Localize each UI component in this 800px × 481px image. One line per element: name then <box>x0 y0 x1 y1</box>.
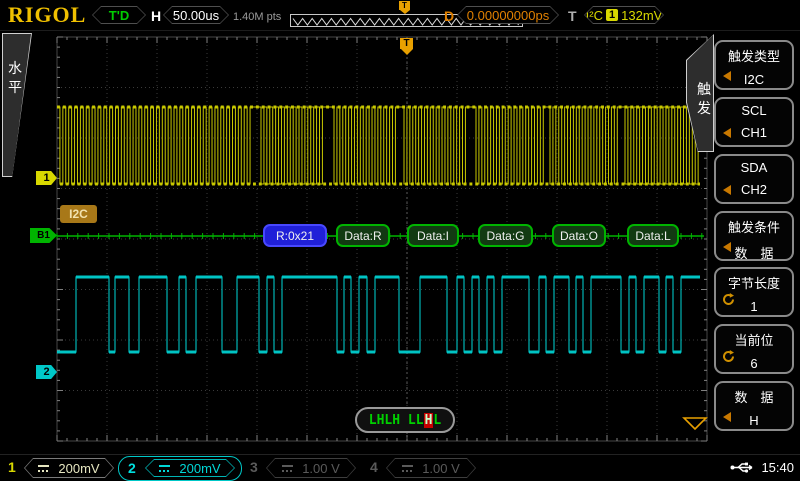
usb-icon <box>730 461 756 474</box>
menu-item-data[interactable]: 数 据 H <box>714 381 794 431</box>
ch3-number[interactable]: 3 <box>250 459 258 475</box>
menu-label: 数 据 <box>716 387 792 406</box>
menu-item-sda[interactable]: SDA CH2 <box>714 154 794 204</box>
decode-event-data: Data:I <box>407 224 459 247</box>
menu-item-scl[interactable]: SCL CH1 <box>714 97 794 147</box>
ch1-badge[interactable]: 200mV <box>24 458 114 478</box>
menu-label: SCL <box>716 103 792 118</box>
dc-coupling-icon <box>159 464 170 473</box>
decode-event-data: Data:R <box>336 224 390 247</box>
menu-label: 触发条件 <box>716 217 792 236</box>
left-triangle-icon <box>723 71 731 81</box>
left-triangle-icon <box>723 128 731 138</box>
trigger-level-text: 132mV <box>621 8 662 23</box>
timebase-badge: 50.00us <box>163 6 229 24</box>
menu-label: 触发类型 <box>716 46 792 65</box>
trigger-type-text: I²C <box>586 8 603 23</box>
tab-trigger-label: 触发 <box>696 80 712 118</box>
decode-event-address: R:0x21 <box>263 224 327 247</box>
menu-item-byte-length[interactable]: 字节长度 1 <box>714 267 794 317</box>
trigger-status-text: T'D <box>93 7 145 23</box>
dc-coupling-icon <box>402 464 413 473</box>
delay-value: 0.00000000ps <box>458 7 558 23</box>
decode-event-data: Data:G <box>478 224 533 247</box>
ch1-scale: 200mV <box>58 461 99 476</box>
horizontal-label: H <box>151 8 161 24</box>
ch3-scale: 1.00 V <box>302 461 340 476</box>
pattern-before: LHLH LL <box>369 413 424 428</box>
ch3-badge[interactable]: 1.00 V <box>266 458 356 478</box>
left-triangle-icon <box>723 185 731 195</box>
trigger-data-pattern: LHLH LLHL <box>355 407 455 433</box>
ch4-badge[interactable]: 1.00 V <box>386 458 476 478</box>
menu-item-trigger-type[interactable]: 触发类型 I2C <box>714 40 794 90</box>
rotate-knob-icon <box>721 349 736 364</box>
ch2-trace <box>57 277 700 352</box>
pattern-current-bit: H <box>424 413 434 428</box>
menu-label: SDA <box>716 160 792 175</box>
left-triangle-icon <box>723 242 731 252</box>
ch4-number[interactable]: 4 <box>370 459 378 475</box>
rotate-knob-icon <box>721 292 736 307</box>
left-triangle-icon <box>723 412 731 422</box>
trigger-info-badge: I²C 1 132mV <box>584 6 664 24</box>
clock: 15:40 <box>761 460 794 475</box>
trigger-position-flag-grid[interactable]: T <box>400 38 413 55</box>
delay-badge: 0.00000000ps <box>457 6 559 24</box>
ch2-badge: 200mV <box>145 459 235 477</box>
dc-coupling-icon <box>38 464 49 473</box>
delay-label: D <box>444 8 454 24</box>
ch1-number[interactable]: 1 <box>8 459 16 475</box>
trigger-source-badge: 1 <box>606 9 618 21</box>
top-bar: RIGOL T'D H 50.00us 1.40M pts T D 0.0000… <box>0 0 800 31</box>
menu-label: 当前位 <box>716 330 792 349</box>
timebase-value: 50.00us <box>164 7 228 23</box>
ch1-trace <box>57 107 700 184</box>
menu-item-current-bit[interactable]: 当前位 6 <box>714 324 794 374</box>
menu-label: 字节长度 <box>716 273 792 292</box>
channel-status-bar: 1 200mV 2 200mV 3 1.00 V 4 1.00 V 15:40 <box>0 454 800 481</box>
ch4-scale: 1.00 V <box>422 461 460 476</box>
decode-event-data: Data:L <box>627 224 679 247</box>
trigger-status-badge: T'D <box>92 6 146 24</box>
trigger-label: T <box>568 8 577 24</box>
trigger-level-arrow-icon <box>684 418 706 429</box>
pattern-after: L <box>433 413 441 428</box>
trigger-position-flag-top[interactable]: T <box>399 1 410 14</box>
dc-coupling-icon <box>282 464 293 473</box>
decode-event-data: Data:O <box>552 224 606 247</box>
tab-horizontal-label: 水平 <box>7 59 23 97</box>
ch2-badge-selected[interactable]: 2 200mV <box>118 456 242 481</box>
ch2-number: 2 <box>128 460 136 476</box>
memory-depth: 1.40M pts <box>233 11 281 23</box>
decode-protocol-tag[interactable]: I2C <box>60 205 97 223</box>
menu-item-trigger-condition[interactable]: 触发条件 数 据 <box>714 211 794 261</box>
ch2-scale: 200mV <box>179 461 220 476</box>
rigol-logo: RIGOL <box>8 2 86 28</box>
